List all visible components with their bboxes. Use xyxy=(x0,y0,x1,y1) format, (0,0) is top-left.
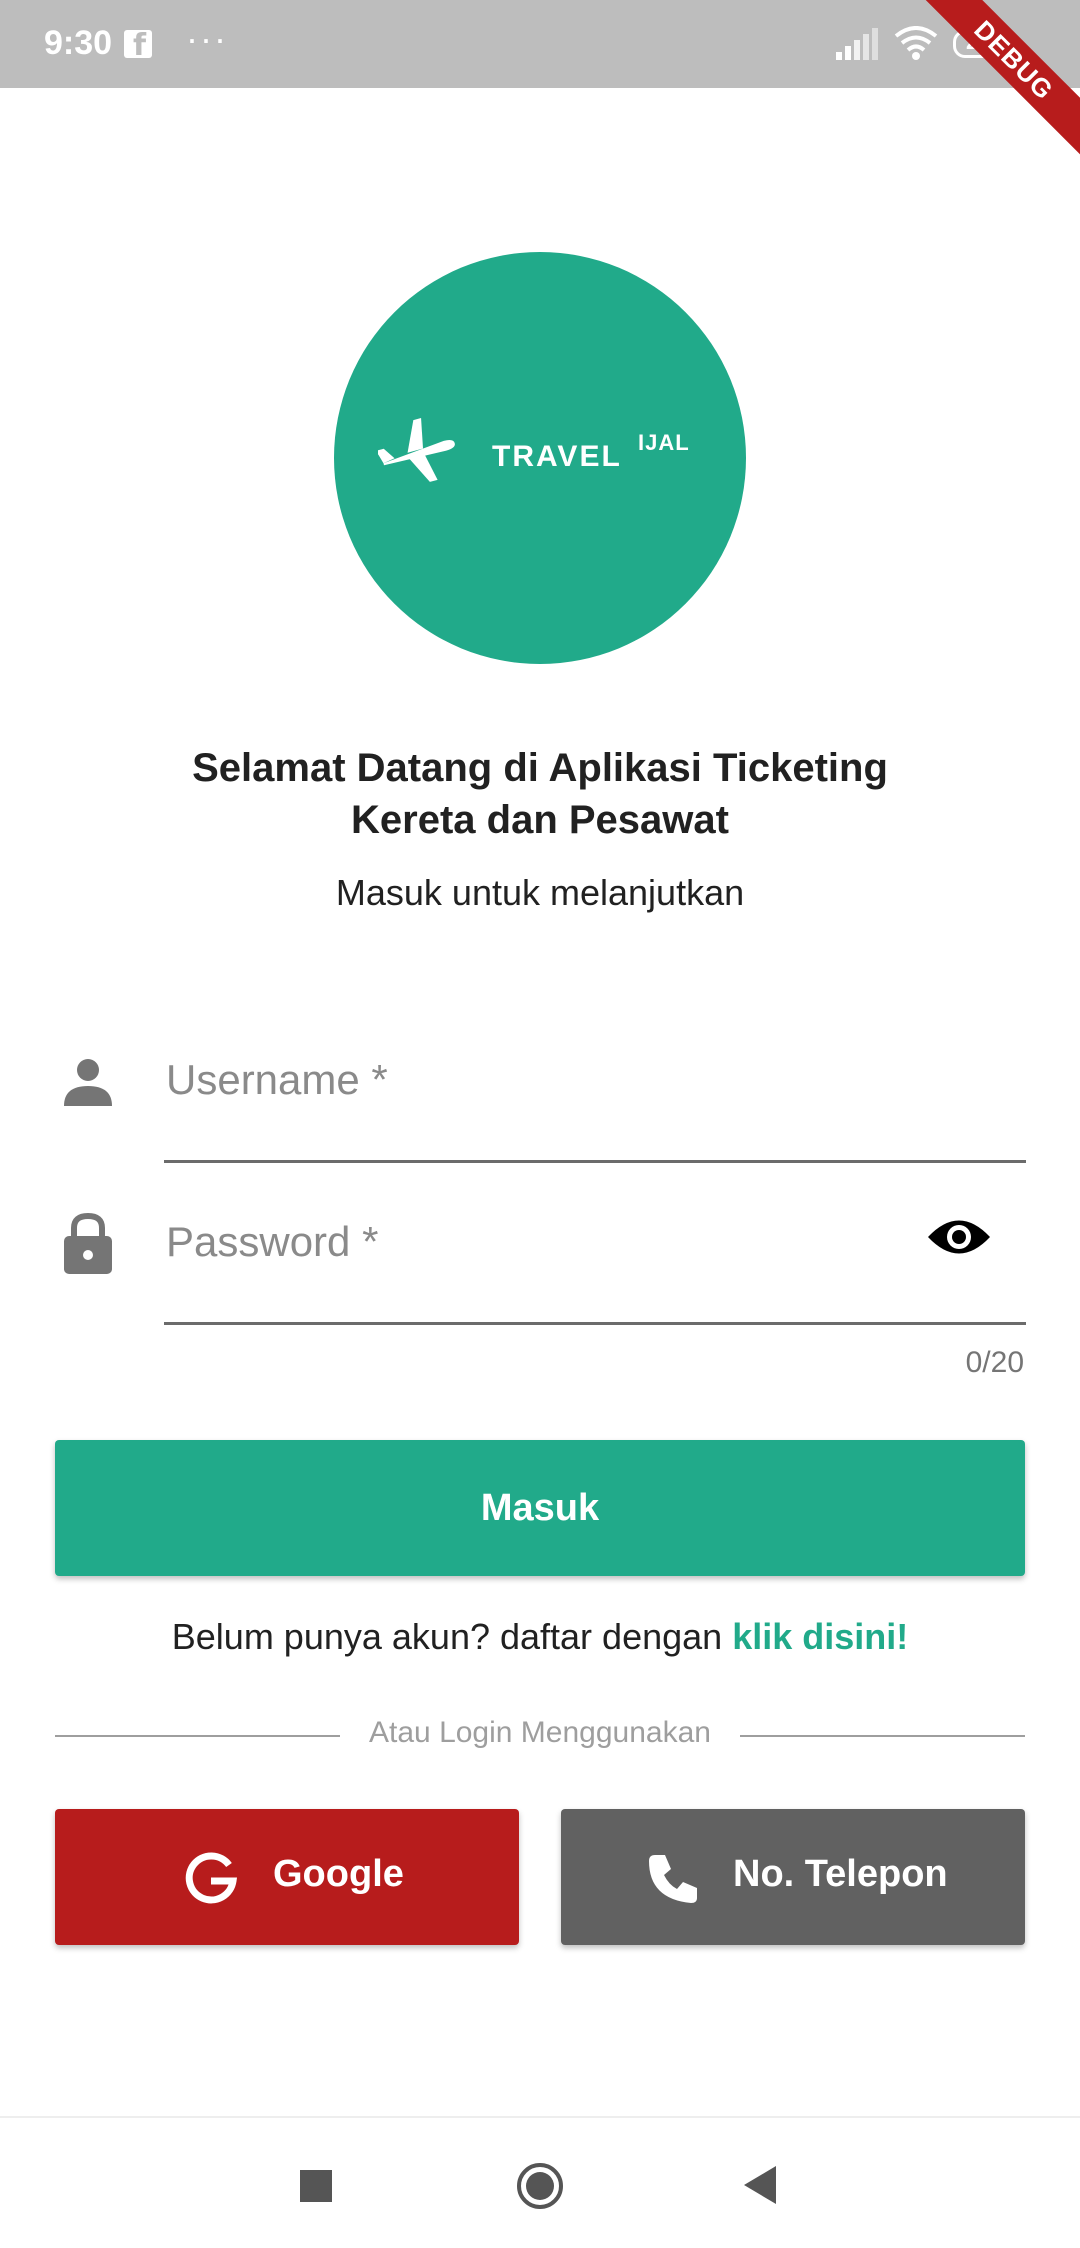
register-prompt-text: Belum punya akun? daftar dengan xyxy=(171,1616,733,1657)
password-label: Password * xyxy=(166,1218,379,1265)
facebook-glyph: f xyxy=(133,28,147,63)
divider-left xyxy=(55,1735,340,1737)
welcome-title-line1: Selamat Datang di Aplikasi Ticketing xyxy=(192,746,888,790)
password-underline xyxy=(164,1322,1026,1325)
logo-superscript: IJAL xyxy=(638,430,690,455)
google-button-label: Google xyxy=(273,1853,404,1895)
eye-icon[interactable] xyxy=(926,1214,992,1260)
divider-text: Atau Login Menggunakan xyxy=(369,1716,711,1749)
username-field[interactable]: Username * xyxy=(164,1040,1026,1160)
username-label: Username * xyxy=(166,1056,388,1103)
signal-icon xyxy=(836,28,878,60)
welcome-title: Selamat Datang di Aplikasi Ticketing Ker… xyxy=(120,742,960,846)
password-counter: 0/20 xyxy=(965,1346,1024,1379)
google-icon xyxy=(185,1852,238,1904)
facebook-notification-icon: f xyxy=(124,28,152,63)
register-link[interactable]: klik disini! xyxy=(732,1616,908,1657)
phone-button-label: No. Telepon xyxy=(733,1853,948,1895)
register-prompt: Belum punya akun? daftar dengan klik dis… xyxy=(60,1616,1020,1658)
divider-right xyxy=(740,1735,1025,1737)
phone-icon xyxy=(649,1855,697,1903)
back-icon[interactable] xyxy=(742,2164,778,2206)
wifi-icon xyxy=(894,26,938,60)
lock-icon xyxy=(64,1212,112,1274)
more-notifications-icon: ··· xyxy=(186,18,228,59)
login-button[interactable]: Masuk xyxy=(55,1440,1025,1576)
status-time: 9:30 xyxy=(44,24,113,62)
welcome-title-line2: Kereta dan Pesawat xyxy=(351,798,729,842)
google-login-button[interactable]: Google xyxy=(55,1809,519,1945)
app-logo: TRAVEL IJAL xyxy=(334,252,746,664)
logo-text: TRAVEL xyxy=(492,440,622,473)
username-underline xyxy=(164,1160,1026,1163)
home-icon[interactable] xyxy=(516,2162,564,2210)
status-bar: 9:30 f ··· 27 DEBUG xyxy=(0,0,1080,167)
welcome-subtitle: Masuk untuk melanjutkan xyxy=(335,872,745,913)
debug-banner: DEBUG xyxy=(907,0,1080,167)
person-icon xyxy=(64,1059,112,1106)
password-field[interactable]: Password * xyxy=(164,1200,904,1322)
airplane-icon xyxy=(378,418,455,482)
recent-apps-icon[interactable] xyxy=(300,2170,332,2202)
navigation-bar xyxy=(0,2116,1080,2248)
phone-login-button[interactable]: No. Telepon xyxy=(561,1809,1025,1945)
